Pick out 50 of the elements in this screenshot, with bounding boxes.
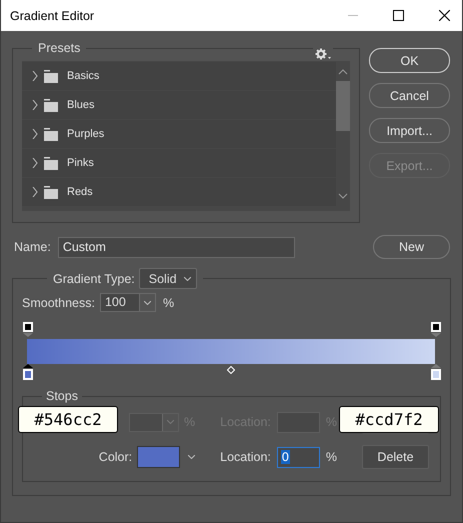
midpoint-marker[interactable] <box>227 366 235 374</box>
dialog-button[interactable]: Cancel <box>369 83 450 108</box>
preset-folder-row[interactable]: Blues <box>22 91 336 119</box>
location-field[interactable]: 0 <box>276 446 320 468</box>
dialog-button[interactable]: OK <box>369 48 450 73</box>
caret-icon <box>184 276 191 280</box>
delete-button[interactable]: Delete <box>362 445 429 469</box>
color-label: Color: <box>98 450 132 464</box>
color-stop[interactable] <box>23 364 33 380</box>
caret-icon[interactable] <box>188 455 196 459</box>
percent-label: % <box>326 450 337 464</box>
name-label: Name: <box>14 240 51 254</box>
smoothness-label: Smoothness: <box>22 296 95 310</box>
smoothness-field[interactable]: 100 <box>100 293 156 312</box>
preset-folder-label: Blues <box>67 99 95 111</box>
gradient-type-label: Gradient Type: <box>53 272 135 286</box>
color-tooltip: #546cc2 <box>18 406 118 433</box>
folder-icon <box>44 98 58 112</box>
close-button[interactable] <box>439 10 450 21</box>
folder-icon <box>44 128 58 140</box>
color-stop[interactable] <box>431 364 441 380</box>
location-label: Location: <box>220 450 271 464</box>
color-tooltip: #ccd7f2 <box>339 406 439 433</box>
scrollbar[interactable] <box>336 69 350 201</box>
window-title: Gradient Editor <box>10 8 94 22</box>
caret-icon[interactable] <box>144 300 151 304</box>
preset-folder-label: Pinks <box>67 157 94 169</box>
preset-folder-row[interactable]: Basics <box>22 62 336 90</box>
preset-folder-label: Basics <box>67 70 100 82</box>
preset-folder-label: Purples <box>67 128 104 140</box>
folder-icon <box>44 70 58 82</box>
preset-folder-row[interactable]: Pinks <box>22 149 336 177</box>
maximize-button[interactable] <box>393 10 404 21</box>
name-field[interactable]: Custom <box>58 236 295 258</box>
color-swatch[interactable] <box>137 446 180 468</box>
opacity-stop[interactable] <box>23 322 33 337</box>
folder-icon <box>44 156 58 170</box>
preset-folder-label: Reds <box>67 186 93 198</box>
preset-folder-row[interactable]: Purples <box>22 120 336 148</box>
percent-label: % <box>162 296 174 310</box>
percent-label: % <box>326 415 337 429</box>
panel-title: Stops <box>45 389 79 403</box>
dialog-button[interactable]: Import... <box>369 118 450 143</box>
opacity-stop[interactable] <box>431 322 441 337</box>
percent-label: % <box>184 415 196 429</box>
folder-icon <box>44 186 58 198</box>
preset-folder-row[interactable]: Reds <box>22 178 336 206</box>
gradient-type-dropdown[interactable]: Solid <box>138 268 197 289</box>
panel-title: Presets <box>37 41 82 55</box>
new-button[interactable]: New <box>373 235 450 259</box>
